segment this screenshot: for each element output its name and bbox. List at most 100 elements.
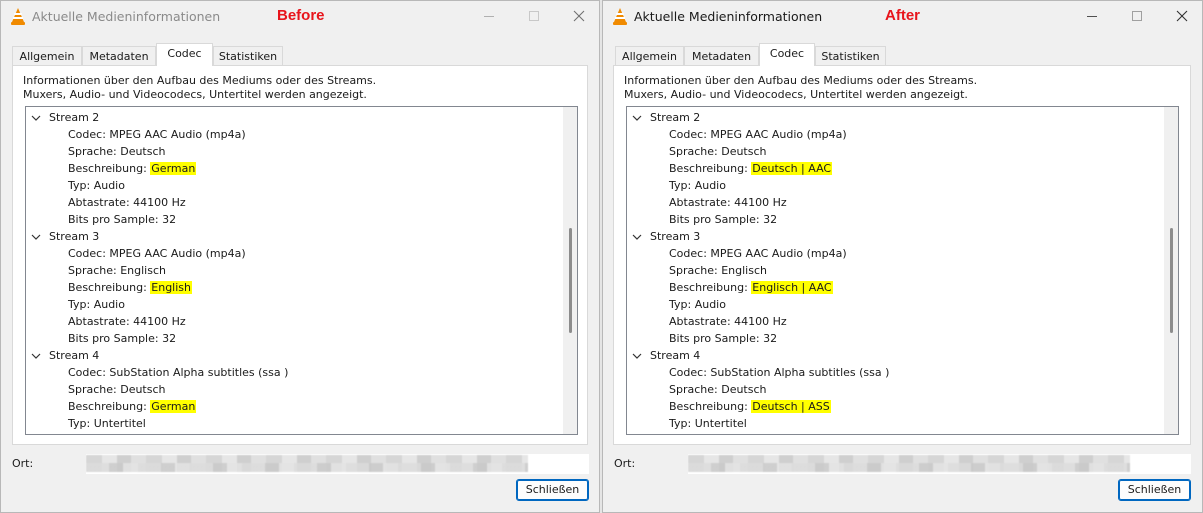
media-info-window-before: Aktuelle Medieninformationen Before Allg… — [0, 0, 600, 513]
stream-property: Sprache: Englisch — [68, 264, 166, 277]
stream-label: Stream 2 — [49, 111, 100, 124]
intro-line-2: Muxers, Audio- und Videocodecs, Untertit… — [624, 88, 968, 101]
window-title: Aktuelle Medieninformationen — [634, 9, 823, 24]
location-label: Ort: — [12, 457, 34, 470]
stream-property: Bits pro Sample: 32 — [669, 332, 778, 345]
tab-metadaten[interactable]: Metadaten — [684, 46, 759, 66]
stream-property: Codec: SubStation Alpha subtitles (ssa ) — [669, 366, 890, 379]
stream-node[interactable]: Stream 2 — [30, 109, 99, 126]
vertical-scrollbar[interactable] — [1164, 107, 1178, 434]
stream-property: Abtastrate: 44100 Hz — [669, 315, 787, 328]
scrollbar-thumb[interactable] — [1170, 228, 1173, 333]
maximize-icon[interactable] — [1129, 8, 1145, 24]
stream-property: Codec: MPEG AAC Audio (mp4a) — [68, 247, 246, 260]
tab-codec[interactable]: Codec — [156, 43, 213, 66]
stream-node[interactable]: Stream 3 — [30, 228, 99, 245]
minimize-icon[interactable] — [481, 8, 497, 24]
stream-property: Typ: Untertitel — [68, 417, 146, 430]
stream-property: Typ: Audio — [68, 298, 125, 311]
tab-metadaten[interactable]: Metadaten — [82, 46, 156, 66]
stream-label: Stream 3 — [49, 230, 100, 243]
stream-property: Bits pro Sample: 32 — [68, 213, 177, 226]
property-label: Beschreibung: — [68, 281, 151, 294]
close-icon[interactable] — [571, 8, 587, 24]
title-bar[interactable]: Aktuelle Medieninformationen After — [603, 1, 1202, 33]
property-label: Beschreibung: — [669, 281, 752, 294]
stream-property: Typ: Audio — [669, 298, 726, 311]
property-label: Beschreibung: — [669, 400, 752, 413]
vlc-cone-icon — [10, 8, 26, 25]
highlighted-description: Deutsch | ASS — [751, 400, 831, 413]
property-label: Beschreibung: — [669, 162, 752, 175]
stream-property: Abtastrate: 44100 Hz — [669, 196, 787, 209]
stream-label: Stream 2 — [650, 111, 701, 124]
intro-text: Informationen über den Aufbau des Medium… — [23, 74, 376, 102]
location-label: Ort: — [614, 457, 636, 470]
close-button[interactable]: Schließen — [1118, 479, 1191, 501]
chevron-down-icon[interactable] — [631, 228, 644, 245]
highlighted-description: Deutsch | AAC — [751, 162, 833, 175]
stream-node[interactable]: Stream 4 — [30, 347, 99, 364]
scrollbar-thumb[interactable] — [569, 228, 572, 333]
stream-label: Stream 3 — [650, 230, 701, 243]
codec-panel: Informationen über den Aufbau des Medium… — [613, 65, 1191, 445]
description-property: Beschreibung: German — [68, 398, 197, 415]
stream-property: Codec: MPEG AAC Audio (mp4a) — [669, 247, 847, 260]
stream-property: Codec: MPEG AAC Audio (mp4a) — [68, 128, 246, 141]
stream-property: Sprache: Deutsch — [68, 145, 166, 158]
tab-allgemein[interactable]: Allgemein — [12, 46, 82, 66]
highlighted-description: German — [150, 162, 197, 175]
stream-node[interactable]: Stream 2 — [631, 109, 700, 126]
stream-property: Sprache: Englisch — [669, 264, 767, 277]
stream-property: Typ: Audio — [68, 179, 125, 192]
close-button[interactable]: Schließen — [516, 479, 589, 501]
chevron-down-icon[interactable] — [30, 109, 43, 126]
highlighted-description: English — [150, 281, 193, 294]
stream-tree[interactable]: Stream 2 Codec: MPEG AAC Audio (mp4a) Spra… — [25, 106, 578, 435]
description-property: Beschreibung: Deutsch | AAC — [669, 160, 833, 177]
intro-line-1: Informationen über den Aufbau des Medium… — [23, 74, 377, 87]
chevron-down-icon[interactable] — [631, 347, 644, 364]
redacted-path — [688, 455, 1130, 472]
location-field[interactable] — [86, 454, 589, 474]
description-property: Beschreibung: German — [68, 160, 197, 177]
comparison-label: Before — [277, 7, 325, 24]
vertical-scrollbar[interactable] — [563, 107, 577, 434]
comparison-label: After — [885, 7, 921, 24]
redacted-path — [86, 455, 528, 472]
stream-property: Typ: Audio — [669, 179, 726, 192]
description-property: Beschreibung: Englisch | AAC — [669, 279, 833, 296]
stream-node[interactable]: Stream 4 — [631, 347, 700, 364]
description-property: Beschreibung: English — [68, 279, 193, 296]
tab-statistiken[interactable]: Statistiken — [815, 46, 886, 66]
stream-property: Sprache: Deutsch — [68, 383, 166, 396]
maximize-icon[interactable] — [526, 8, 542, 24]
highlighted-description: Englisch | AAC — [751, 281, 833, 294]
chevron-down-icon[interactable] — [30, 228, 43, 245]
chevron-down-icon[interactable] — [631, 109, 644, 126]
tab-allgemein[interactable]: Allgemein — [615, 46, 684, 66]
stream-property: Abtastrate: 44100 Hz — [68, 196, 186, 209]
description-property: Beschreibung: Deutsch | ASS — [669, 398, 831, 415]
property-label: Beschreibung: — [68, 162, 151, 175]
tab-codec[interactable]: Codec — [759, 43, 815, 66]
stream-property: Sprache: Deutsch — [669, 383, 767, 396]
minimize-icon[interactable] — [1084, 8, 1100, 24]
close-icon[interactable] — [1174, 8, 1190, 24]
media-info-window-after: Aktuelle Medieninformationen After Allge… — [602, 0, 1203, 513]
intro-line-1: Informationen über den Aufbau des Medium… — [624, 74, 978, 87]
stream-node[interactable]: Stream 3 — [631, 228, 700, 245]
stream-label: Stream 4 — [650, 349, 701, 362]
highlighted-description: German — [150, 400, 197, 413]
stream-tree[interactable]: Stream 2 Codec: MPEG AAC Audio (mp4a) Spra… — [626, 106, 1179, 435]
stream-property: Bits pro Sample: 32 — [68, 332, 177, 345]
stream-property: Sprache: Deutsch — [669, 145, 767, 158]
stream-property: Typ: Untertitel — [669, 417, 747, 430]
stream-property: Codec: MPEG AAC Audio (mp4a) — [669, 128, 847, 141]
stream-property: Abtastrate: 44100 Hz — [68, 315, 186, 328]
tab-statistiken[interactable]: Statistiken — [213, 46, 283, 66]
chevron-down-icon[interactable] — [30, 347, 43, 364]
title-bar[interactable]: Aktuelle Medieninformationen Before — [1, 1, 599, 33]
window-title: Aktuelle Medieninformationen — [32, 9, 221, 24]
location-field[interactable] — [688, 454, 1191, 474]
